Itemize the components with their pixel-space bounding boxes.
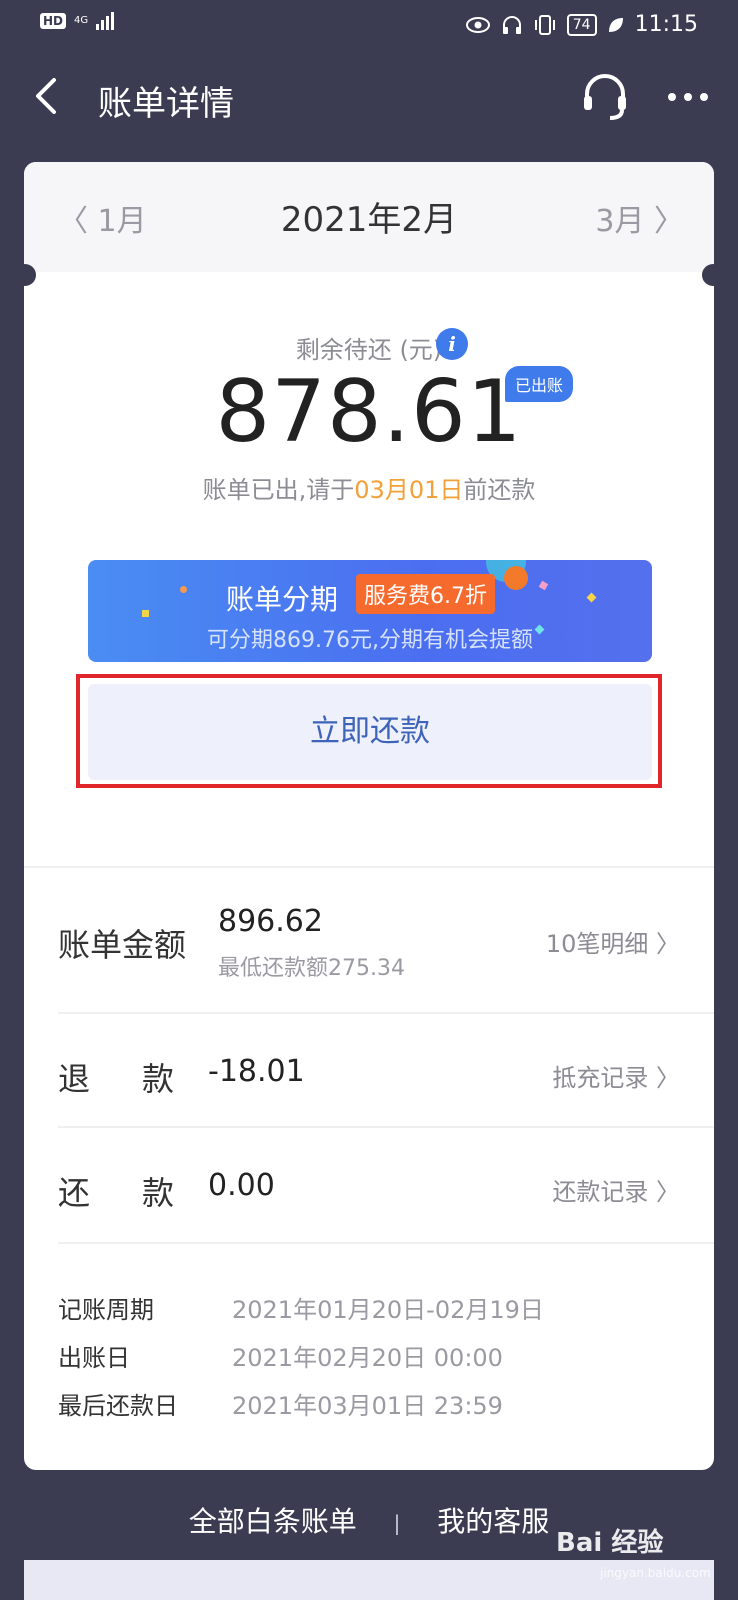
offset-record-label: 抵充记录 [552, 1064, 649, 1092]
back-arrow-icon [36, 78, 56, 114]
status-right: 74 11:15 [465, 12, 698, 37]
bill-amount-label: 账单金额 [58, 926, 187, 964]
status-bar: HD 4G 74 11:15 [0, 0, 738, 52]
footer-separator: | [393, 1511, 401, 1535]
bill-details-label: 10笔明细 [545, 930, 649, 958]
headset-icon [584, 74, 626, 120]
due-suffix: 前还款 [463, 476, 536, 504]
all-bills-link[interactable]: 全部白条账单 [189, 1500, 357, 1540]
refund-label-b: 款 [142, 1060, 175, 1098]
remaining-amount: 878.61 [215, 362, 523, 462]
confetti [180, 586, 187, 593]
last-repay-date-value: 2021年03月01日 23:59 [232, 1392, 503, 1420]
due-text: 账单已出,请于03月01日前还款 [0, 470, 738, 505]
eye-icon [465, 16, 490, 33]
due-prefix: 账单已出,请于 [202, 476, 355, 504]
last-repay-date-label: 最后还款日 [58, 1392, 178, 1420]
card-notch-left [14, 264, 36, 286]
remaining-label: 剩余待还 (元) [295, 336, 443, 364]
repayment-record-label: 还款记录 [552, 1178, 649, 1206]
leaf-icon [608, 17, 623, 32]
back-button[interactable] [28, 72, 68, 122]
watermark-site: jingyan.baidu.com [600, 1566, 711, 1580]
repayment-row: 还 款 0.00 还款记录 〉 [24, 1128, 714, 1244]
billing-cycle-value: 2021年01月20日-02月19日 [232, 1296, 544, 1324]
info-icon[interactable]: i [436, 328, 468, 360]
hd-badge: HD [40, 13, 67, 29]
repayment-record-link[interactable]: 还款记录 〉 [552, 1172, 680, 1207]
billing-cycle-label: 记账周期 [58, 1296, 154, 1324]
confetti [586, 592, 597, 603]
offset-record-link[interactable]: 抵充记录 〉 [552, 1058, 680, 1093]
installment-banner[interactable]: 账单分期 服务费6.7折 可分期869.76元,分期有机会提额 [88, 560, 652, 662]
chevron-right-icon: 〉 [656, 1064, 680, 1092]
repay-now-button[interactable]: 立即还款 [88, 684, 652, 780]
repayment-label-b: 款 [142, 1174, 175, 1212]
status-badge: 已出账 [505, 366, 574, 402]
refund-label-a: 退 [58, 1060, 91, 1098]
bill-amount-row: 账单金额 896.62 最低还款额275.34 10笔明细 〉 [24, 868, 714, 1014]
installment-title: 账单分期 [226, 583, 339, 616]
confetti [538, 580, 549, 591]
watermark-logo: Bai 经验 [556, 1528, 664, 1558]
chevron-right-icon: 〉 [656, 1178, 680, 1206]
fee-badge: 服务费6.7折 [356, 574, 495, 614]
refund-value: -18.01 [208, 1054, 305, 1089]
statement-date-value: 2021年02月20日 00:00 [232, 1344, 503, 1372]
vibrate-icon [534, 14, 555, 35]
headphone-status-icon [502, 15, 521, 34]
bill-details-link[interactable]: 10笔明细 〉 [546, 924, 680, 959]
bill-amount-value: 896.62 [218, 904, 323, 939]
status-left: HD 4G [40, 12, 115, 30]
statement-date-label: 出账日 [58, 1344, 130, 1372]
month-switcher: 〈 1月 2021年2月 3月 〉 [24, 162, 714, 272]
decor-orb [504, 566, 528, 590]
battery-indicator: 74 [566, 13, 597, 36]
network-label: 4G [74, 15, 89, 26]
next-month-button[interactable]: 3月 〉 [595, 196, 684, 240]
due-date: 03月01日 [354, 476, 464, 504]
installment-subtitle: 可分期869.76元,分期有机会提额 [207, 628, 533, 653]
chevron-right-icon: 〉 [656, 930, 680, 958]
row-divider [58, 1242, 714, 1244]
page-title: 账单详情 [98, 84, 234, 124]
repayment-value: 0.00 [208, 1168, 275, 1203]
confetti [142, 610, 149, 617]
more-button[interactable] [668, 82, 718, 112]
clock: 11:15 [634, 12, 698, 37]
refund-row: 退 款 -18.01 抵充记录 〉 [24, 1014, 714, 1128]
more-icon [668, 93, 676, 101]
card-notch-right [702, 264, 724, 286]
customer-service-button[interactable] [578, 70, 632, 124]
signal-icon [96, 12, 115, 30]
repayment-label-a: 还 [58, 1174, 91, 1212]
my-service-link[interactable]: 我的客服 [437, 1500, 549, 1540]
nav-bar: 账单详情 [0, 62, 738, 132]
min-payment: 最低还款额275.34 [218, 956, 405, 981]
